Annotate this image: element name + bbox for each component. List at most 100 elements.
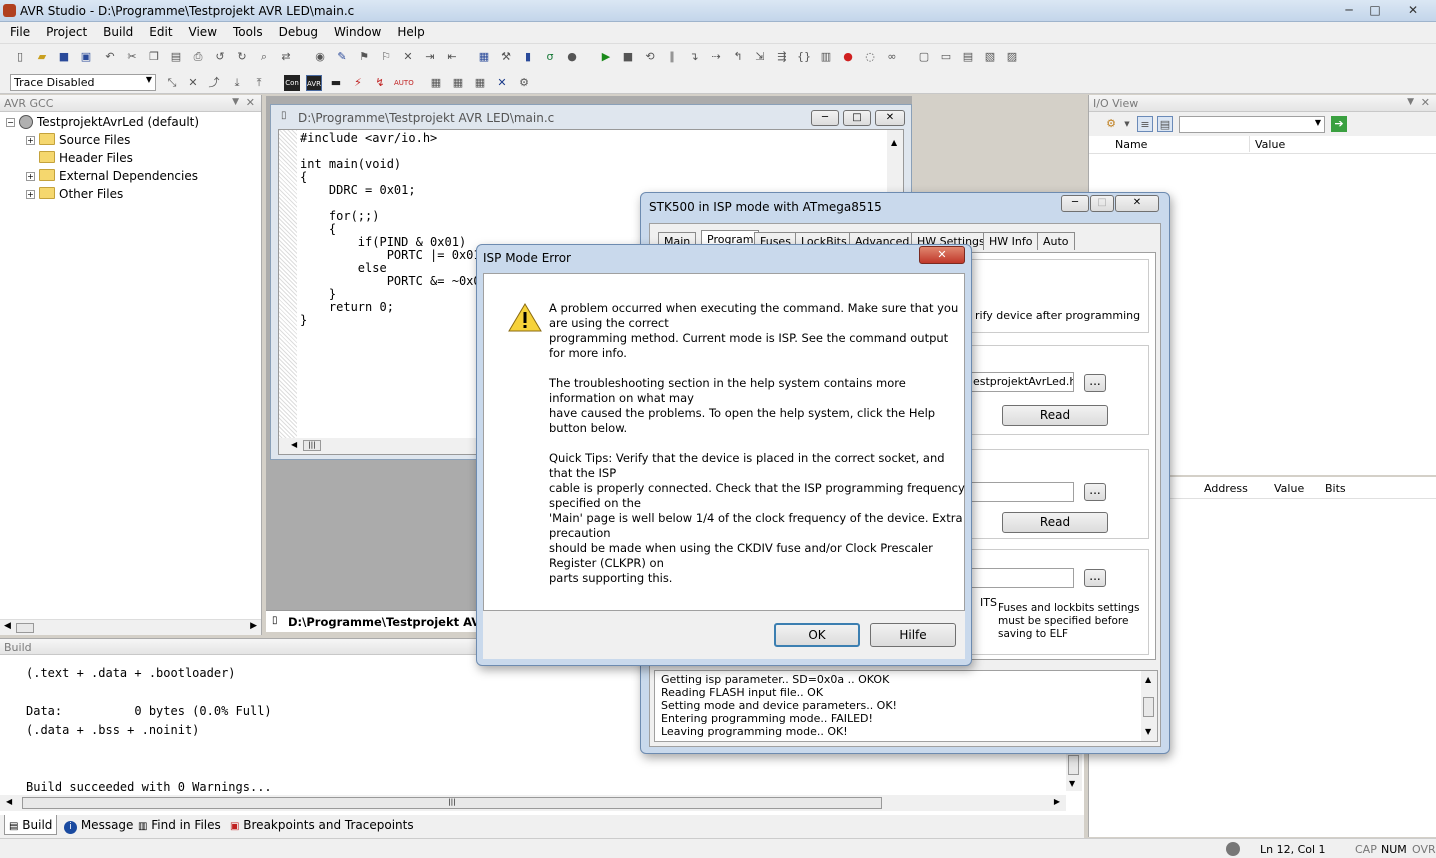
chevron-down-icon[interactable]: ▼ (1315, 118, 1321, 127)
save-icon[interactable]: ■ (56, 49, 72, 65)
remove-breakpoints-icon[interactable]: ◌ (862, 49, 878, 65)
build-icon[interactable]: ▦ (476, 49, 492, 65)
tree-external-deps[interactable]: + External Dependencies (26, 169, 198, 183)
flash-browse-button[interactable]: ... (1084, 374, 1106, 392)
vertical-scrollbar[interactable]: ▲ ▼ (1141, 671, 1157, 741)
elf-browse-button[interactable]: ... (1084, 569, 1106, 587)
scroll-thumb[interactable]: ||| (22, 797, 882, 809)
print-icon[interactable]: ⎙ (190, 49, 206, 65)
scroll-thumb[interactable] (1143, 697, 1154, 717)
editor-maximize-button[interactable]: □ (843, 110, 871, 126)
probe2-icon[interactable]: ↯ (372, 75, 388, 91)
minimize-button[interactable]: ─ (1337, 2, 1361, 19)
find-icon[interactable]: ⌕ (256, 49, 272, 65)
watch-icon[interactable]: ▥ (818, 49, 834, 65)
reset-icon[interactable]: ⟲ (642, 49, 658, 65)
close-button[interactable]: ✕ (1393, 2, 1433, 19)
redo-icon[interactable]: ↻ (234, 49, 250, 65)
debug-icon[interactable]: ● (564, 49, 580, 65)
tree-header-files[interactable]: Header Files (39, 151, 133, 165)
memory2-icon[interactable]: ▦ (450, 75, 466, 91)
chip2-icon[interactable]: ▬ (328, 75, 344, 91)
flash-read-button[interactable]: Read (1002, 405, 1108, 426)
window1-icon[interactable]: ▢ (916, 49, 932, 65)
trace4-icon[interactable]: ⤓ (229, 75, 245, 91)
ok-button[interactable]: OK (774, 623, 860, 647)
paste-icon[interactable]: ▤ (168, 49, 184, 65)
close-panel-icon[interactable]: ✕ (246, 96, 255, 109)
menu-window[interactable]: Window (326, 22, 389, 39)
go-arrow-icon[interactable]: ➔ (1331, 116, 1347, 132)
new-file-icon[interactable]: ▯ (12, 49, 28, 65)
source-code[interactable]: #include <avr/io.h> int main(void) { DDR… (300, 132, 495, 327)
tab-breakpoints[interactable]: ▣ Breakpoints and Tracepoints (226, 815, 418, 835)
scroll-down-icon[interactable]: ▼ (1145, 727, 1151, 736)
step-over-icon[interactable]: ⇢ (708, 49, 724, 65)
menu-debug[interactable]: Debug (271, 22, 326, 39)
col-bits[interactable]: Bits (1325, 482, 1346, 495)
menu-edit[interactable]: Edit (141, 22, 180, 39)
scroll-right-icon[interactable]: ▶ (1054, 797, 1060, 806)
cut-icon[interactable]: ✂ (124, 49, 140, 65)
window5-icon[interactable]: ▨ (1004, 49, 1020, 65)
binoculars-icon[interactable]: ◉ (312, 49, 328, 65)
editor-minimize-button[interactable]: ─ (811, 110, 839, 126)
trace-select[interactable]: Trace Disabled ▼ (10, 74, 156, 91)
auto-icon[interactable]: AUTO (394, 75, 414, 91)
menu-view[interactable]: View (181, 22, 225, 39)
tab-auto[interactable]: Auto (1037, 232, 1075, 250)
scroll-thumb[interactable] (16, 623, 34, 633)
stk500-minimize-button[interactable]: ─ (1061, 195, 1089, 212)
marker-icon[interactable]: ✎ (334, 49, 350, 65)
connect-icon[interactable]: σ (542, 49, 558, 65)
close-panel-icon[interactable]: ✕ (1421, 96, 1430, 109)
menu-project[interactable]: Project (38, 22, 95, 39)
filter-icon[interactable]: ⚙ (1103, 116, 1119, 132)
menu-help[interactable]: Help (389, 22, 432, 39)
tree-other-files[interactable]: + Other Files (26, 187, 123, 201)
scroll-up-icon[interactable]: ▲ (1145, 675, 1151, 684)
tree-view-icon[interactable]: ≡ (1137, 116, 1153, 132)
run-to-cursor-icon[interactable]: ⇲ (752, 49, 768, 65)
maximize-button[interactable]: □ (1363, 2, 1387, 19)
col-name[interactable]: Name (1115, 138, 1147, 151)
col-value[interactable]: Value (1274, 482, 1304, 495)
scroll-thumb[interactable] (1068, 755, 1079, 775)
expand-icon[interactable]: + (26, 190, 35, 199)
verify-checkbox-label[interactable]: rify device after programming (975, 309, 1140, 322)
avr-icon[interactable]: AVR (306, 75, 322, 91)
horizontal-scrollbar[interactable]: ◀ ||| ▶ (0, 795, 1066, 811)
scroll-right-icon[interactable]: ▶ (250, 621, 257, 631)
step-out-icon[interactable]: ↰ (730, 49, 746, 65)
chip-icon[interactable]: ▮ (520, 49, 536, 65)
editor-doc-tab[interactable]: ▯ D:\Programme\Testprojekt AVR LED\main.… (266, 610, 478, 632)
window4-icon[interactable]: ▧ (982, 49, 998, 65)
tab-message[interactable]: i Message (60, 815, 137, 835)
scroll-thumb[interactable]: ||| (303, 440, 321, 451)
indent-icon[interactable]: ⇥ (422, 49, 438, 65)
memory1-icon[interactable]: ▦ (428, 75, 444, 91)
trace5-icon[interactable]: ⤒ (251, 75, 267, 91)
expand-icon[interactable]: + (26, 136, 35, 145)
scroll-left-icon[interactable]: ◀ (6, 797, 12, 806)
step-into-icon[interactable]: ↴ (686, 49, 702, 65)
collapse-icon[interactable]: − (6, 118, 15, 127)
scroll-left-icon[interactable]: ◀ (291, 440, 297, 449)
window3-icon[interactable]: ▤ (960, 49, 976, 65)
dropdown-icon[interactable]: ▼ (1407, 97, 1414, 107)
braces-icon[interactable]: {} (796, 49, 812, 65)
col-value[interactable]: Value (1255, 138, 1285, 151)
help-button[interactable]: Hilfe (870, 623, 956, 647)
open-file-icon[interactable]: ▰ (34, 49, 50, 65)
col-address[interactable]: Address (1204, 482, 1248, 495)
horizontal-scrollbar[interactable]: ◀ ▶ (0, 619, 261, 635)
memory3-icon[interactable]: ▦ (472, 75, 488, 91)
flash-file-input[interactable]: estprojektAvrLed.hex (970, 372, 1074, 392)
dropdown-icon[interactable]: ▼ (232, 97, 239, 107)
chevron-down-icon[interactable]: ▼ (1119, 116, 1135, 132)
undo2-icon[interactable]: ↺ (212, 49, 228, 65)
copy-icon[interactable]: ❐ (146, 49, 162, 65)
error-dialog-close-button[interactable]: ✕ (919, 246, 965, 264)
save-all-icon[interactable]: ▣ (78, 49, 94, 65)
quickwatch-icon[interactable]: ∞ (884, 49, 900, 65)
